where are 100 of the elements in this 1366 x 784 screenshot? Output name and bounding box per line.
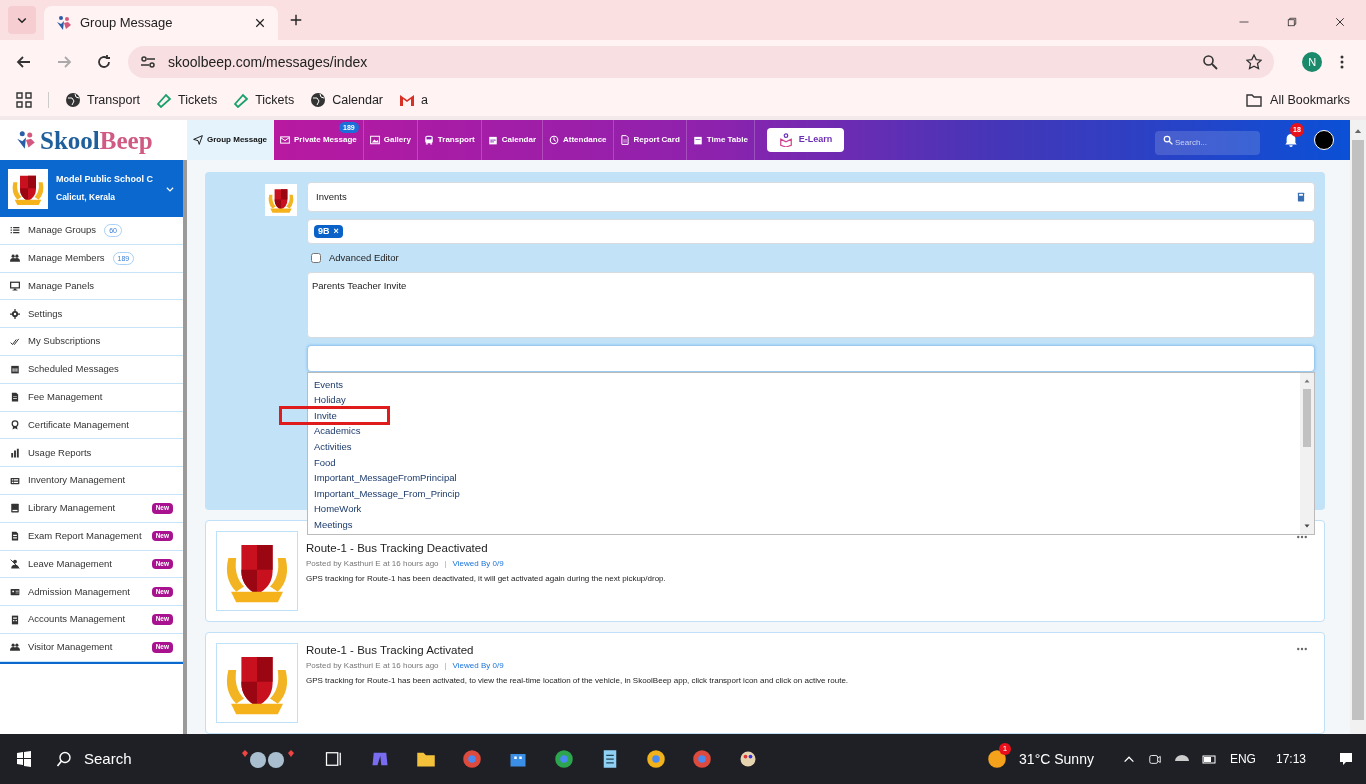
post-title[interactable]: Route-1 - Bus Tracking Deactivated [306, 541, 1288, 556]
school-name: Model Public School C [56, 173, 154, 187]
all-bookmarks[interactable]: All Bookmarks [1246, 90, 1350, 110]
dropdown-option[interactable]: Holiday [314, 393, 346, 408]
bookmark[interactable]: Tickets [156, 90, 218, 110]
calendar-icon [692, 135, 703, 145]
search-icon [56, 751, 72, 767]
folder-icon [1246, 92, 1263, 108]
viewed-by-link[interactable]: Viewed By 0/9 [452, 558, 504, 571]
check-icon [10, 336, 20, 347]
message-textarea[interactable]: Parents Teacher Invite [307, 272, 1315, 338]
language-indicator[interactable]: ENG [1229, 750, 1256, 768]
taskbar-search[interactable]: Search [48, 743, 228, 775]
camera-icon [1147, 752, 1162, 766]
browser-icon [554, 749, 574, 769]
weather-text[interactable]: 31°C Sunny [1019, 748, 1094, 770]
viewed-by-link[interactable]: Viewed By 0/9 [452, 660, 504, 673]
paper-plane-icon [193, 135, 203, 145]
sidebar-item[interactable]: Usage Reports [0, 439, 183, 468]
sidebar-item[interactable]: Scheduled Messages [0, 356, 183, 384]
task-view-icon [324, 749, 344, 769]
calendar-icon [487, 135, 498, 145]
image-icon [369, 135, 380, 145]
dropdown-option[interactable]: Important_Message_From_Princip [314, 486, 460, 502]
bookmark[interactable]: a [399, 90, 428, 110]
dropdown-option[interactable]: Invite [279, 406, 390, 426]
monitor-icon [10, 281, 20, 291]
post-title[interactable]: Route-1 - Bus Tracking Activated [306, 643, 1288, 658]
close-icon [1334, 16, 1346, 28]
globe-icon [65, 92, 81, 108]
school-switcher[interactable]: Model Public School C Calicut, Kerala [0, 160, 183, 217]
shield-logo [265, 184, 297, 216]
bookmark[interactable]: Calendar [310, 90, 383, 110]
scrollbar-thumb[interactable] [1303, 389, 1311, 447]
separator: | [444, 558, 447, 571]
bell-icon [1284, 133, 1298, 147]
nav-tab[interactable]: Group Message [187, 120, 274, 160]
back-arrow-icon [16, 54, 32, 70]
address-bar[interactable]: skoolbeep.com/messages/index [128, 46, 1275, 78]
category-input-field[interactable] [307, 345, 1315, 372]
subject-field[interactable]: Invents [307, 182, 1315, 212]
people-logo-icon [56, 15, 72, 31]
dropdown-option[interactable]: Food [314, 455, 336, 470]
restore-icon [1286, 16, 1298, 28]
page-scrollbar[interactable] [1350, 120, 1366, 734]
sidebar-item[interactable]: Certificate Management [0, 411, 183, 440]
site-settings-icon [140, 54, 156, 70]
paint-palette-icon [738, 749, 758, 769]
document-icon [10, 392, 20, 403]
url-text: skoolbeep.com/messages/index [168, 52, 369, 72]
scrollbar[interactable] [1300, 373, 1314, 534]
sidebar-item[interactable]: Manage Panels [0, 272, 183, 301]
sidebar-item[interactable]: Settings [0, 300, 183, 329]
scroll-up-icon [1303, 377, 1311, 385]
table-icon [10, 475, 20, 486]
scroll-down-icon [1303, 522, 1311, 530]
close-icon [254, 17, 266, 29]
ticket-icon [233, 92, 250, 108]
calculator-icon [1296, 192, 1306, 202]
sidebar-item[interactable]: Fee Management [0, 383, 183, 412]
dropdown-option[interactable]: Activities [314, 440, 352, 455]
remove-tag-button[interactable]: × [333, 227, 339, 236]
clock[interactable]: 17:13 [1275, 750, 1306, 768]
user-avatar[interactable] [1314, 130, 1334, 150]
forward-arrow-icon [56, 54, 72, 70]
calendar-icon [10, 364, 20, 375]
shield-logo [8, 168, 48, 209]
people-icon [10, 642, 20, 653]
sidebar-item[interactable]: Inventory Management [0, 467, 183, 495]
bar-chart-icon [10, 447, 20, 458]
profile-avatar[interactable]: N [1302, 52, 1322, 72]
dropdown-option[interactable]: Events [314, 377, 344, 392]
bookmark[interactable]: Tickets [233, 90, 295, 110]
star-icon [1246, 54, 1263, 70]
sidebar-item[interactable]: My Subscriptions [0, 328, 183, 356]
search-icon [1163, 135, 1173, 145]
advanced-editor-checkbox[interactable] [311, 253, 321, 263]
list-icon [10, 225, 20, 236]
clock-icon [549, 135, 559, 145]
plus-icon [289, 13, 303, 27]
post-body: GPS tracking for Route-1 has been deactivated, it will get activated again during the next pickup/drop. [306, 573, 667, 586]
recipients-field[interactable]: 9B × [307, 219, 1315, 244]
dropdown-option[interactable]: Academics [314, 424, 361, 439]
bookmark[interactable]: Transport [65, 90, 141, 110]
separator: | [444, 660, 447, 673]
dropdown-option[interactable]: Meetings [314, 518, 353, 533]
browser-tab[interactable]: Group Message [44, 6, 278, 40]
post-body: GPS tracking for Route-1 has been activated, to view the real-time location of the vehicle, in SkoolBeep app, click transport icon and click on active route. [306, 675, 850, 688]
ribbon-icon [10, 419, 20, 430]
document-icon [619, 135, 630, 145]
dropdown-option[interactable]: Important_MessageFromPrincipal [314, 471, 457, 486]
dropdown-option[interactable]: HomeWork [314, 502, 362, 517]
people-icon [10, 253, 20, 264]
sun-icon [987, 749, 1008, 769]
zoom-icon [1202, 54, 1219, 70]
e-learn-button[interactable]: E-Learn [766, 128, 845, 152]
browser-icon [462, 749, 482, 769]
person-icon [10, 558, 20, 569]
settings-icon [10, 308, 20, 319]
apps-grid-icon [16, 92, 32, 108]
